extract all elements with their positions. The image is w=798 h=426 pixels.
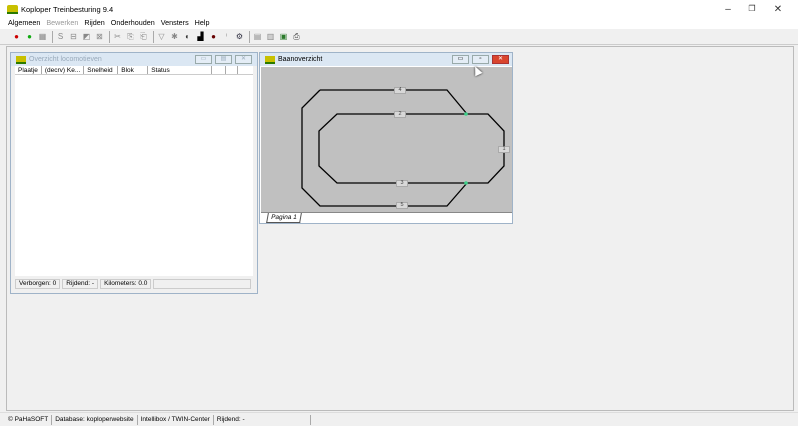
loco-window-title: Overzicht locomotieven bbox=[29, 56, 102, 63]
toolbar: ● ● ▦ S ⊟ ◩ ⊠ ✂ ⎘ ⎗ ▽ ✱ ◐ ▟ ● ⁱ ⚙ ▤ ▥ ▣ ⎙ bbox=[0, 29, 798, 45]
grid-icon[interactable]: ⊠ bbox=[94, 31, 105, 42]
track-layout bbox=[301, 89, 505, 207]
driving-status: Rijdend: - bbox=[214, 414, 311, 425]
signal-green-icon[interactable]: ● bbox=[24, 31, 35, 42]
toolbar-separator bbox=[52, 30, 53, 43]
menu-vensters[interactable]: Vensters bbox=[161, 18, 189, 29]
loco-table-header: Plaatje (decrv) Ke... Snelheid Blok Stat… bbox=[15, 66, 253, 75]
document2-icon[interactable]: ▥ bbox=[265, 31, 276, 42]
menu-algemeen[interactable]: Algemeen bbox=[8, 18, 40, 29]
gear-icon[interactable]: ✱ bbox=[169, 31, 180, 42]
column-header[interactable]: Status bbox=[148, 66, 213, 74]
loco-overview-window: Overzicht locomotieven ▭ ▤ ✕ Plaatje (de… bbox=[10, 52, 258, 294]
column-header[interactable] bbox=[212, 66, 227, 74]
app-logo-icon bbox=[7, 5, 18, 14]
title-bar: Koploper Treinbesturing 9.4 – ❐ ✕ bbox=[0, 0, 798, 19]
tools-icon[interactable]: ⚙ bbox=[234, 31, 245, 42]
edit-icon[interactable]: ◩ bbox=[81, 31, 92, 42]
close-button[interactable]: ✕ bbox=[768, 4, 788, 15]
page-tabs: Pagina 1 bbox=[261, 212, 512, 223]
toolbar-separator bbox=[249, 30, 250, 43]
column-header[interactable] bbox=[226, 66, 239, 74]
train-icon[interactable]: ▟ bbox=[195, 31, 206, 42]
baan-window-titlebar[interactable]: Baanoverzicht ▭ ▫ ✕ bbox=[260, 53, 512, 66]
export-icon[interactable]: ▣ bbox=[278, 31, 289, 42]
document-icon[interactable]: ▤ bbox=[252, 31, 263, 42]
loco-icon[interactable]: ◐ bbox=[182, 31, 193, 42]
block-5[interactable]: 5 bbox=[396, 202, 408, 209]
inner-track bbox=[318, 113, 505, 184]
block-1[interactable]: 1 bbox=[498, 146, 510, 153]
menu-help[interactable]: Help bbox=[195, 18, 210, 29]
hidden-count: Verborgen: 0 bbox=[15, 279, 61, 289]
filter-icon[interactable]: ▽ bbox=[156, 31, 167, 42]
close-button[interactable]: ✕ bbox=[492, 55, 509, 64]
switch-icon bbox=[464, 112, 468, 116]
database-status: Database: koploperwebsite bbox=[52, 414, 138, 425]
loco-status-bar: Verborgen: 0 Rijdend: - Kilometers: 0.0 bbox=[15, 279, 253, 289]
block-2[interactable]: 2 bbox=[394, 111, 406, 118]
column-header[interactable]: Blok bbox=[118, 66, 149, 74]
maximize-button[interactable]: ▫ bbox=[472, 55, 489, 64]
cut-icon[interactable]: ✂ bbox=[112, 31, 123, 42]
block-icon[interactable]: ⊟ bbox=[68, 31, 79, 42]
info-icon[interactable]: ⁱ bbox=[221, 31, 232, 42]
resize-grip[interactable] bbox=[153, 279, 251, 289]
signal-red-icon[interactable]: ● bbox=[11, 31, 22, 42]
kilometers: Kilometers: 0.0 bbox=[100, 279, 152, 289]
column-header[interactable]: Snelheid bbox=[84, 66, 119, 74]
menu-bewerken[interactable]: Bewerken bbox=[46, 18, 78, 29]
window-icon bbox=[265, 55, 275, 64]
interface-status: Intellibox / TWIN-Center bbox=[138, 414, 214, 425]
menu-rijden[interactable]: Rijden bbox=[84, 18, 104, 29]
copy-icon[interactable]: ⎘ bbox=[125, 31, 136, 42]
driving-status: Rijdend: - bbox=[62, 279, 99, 289]
minimize-button[interactable]: ▭ bbox=[195, 55, 212, 64]
column-header[interactable]: Plaatje bbox=[15, 66, 42, 74]
toolbar-separator bbox=[153, 30, 154, 43]
menu-bar: Algemeen Bewerken Rijden Onderhouden Ven… bbox=[0, 18, 798, 29]
paste-icon[interactable]: ⎗ bbox=[138, 31, 149, 42]
loco-window-titlebar[interactable]: Overzicht locomotieven ▭ ▤ ✕ bbox=[11, 53, 257, 66]
restore-button[interactable]: ❐ bbox=[742, 4, 762, 13]
block-4[interactable]: 4 bbox=[394, 87, 406, 94]
bug-icon[interactable]: ● bbox=[208, 31, 219, 42]
app-title: Koploper Treinbesturing 9.4 bbox=[21, 5, 114, 14]
tab-pagina-1[interactable]: Pagina 1 bbox=[266, 213, 302, 223]
toolbar-separator bbox=[109, 30, 110, 43]
close-button[interactable]: ✕ bbox=[235, 55, 252, 64]
maximize-button[interactable]: ▤ bbox=[215, 55, 232, 64]
baan-window-title: Baanoverzicht bbox=[278, 56, 323, 63]
switch-icon bbox=[464, 181, 468, 185]
status-bar: © PaHaSOFT Database: koploperwebsite Int… bbox=[0, 412, 798, 426]
keyboard-icon[interactable]: ▦ bbox=[37, 31, 48, 42]
block-3[interactable]: 3 bbox=[396, 180, 408, 187]
print-icon[interactable]: ⎙ bbox=[291, 31, 302, 42]
track-canvas[interactable]: 4 2 1 3 5 bbox=[261, 67, 512, 212]
column-header[interactable]: (decrv) Ke... bbox=[42, 66, 85, 74]
loco-list[interactable] bbox=[15, 75, 253, 276]
menu-onderhouden[interactable]: Onderhouden bbox=[111, 18, 155, 29]
minimize-button[interactable]: – bbox=[718, 4, 738, 15]
minimize-button[interactable]: ▭ bbox=[452, 55, 469, 64]
s-icon[interactable]: S bbox=[55, 31, 66, 42]
outer-track bbox=[301, 89, 468, 207]
copyright: © PaHaSOFT bbox=[5, 414, 53, 425]
window-icon bbox=[16, 55, 26, 64]
track-overview-window: Baanoverzicht ▭ ▫ ✕ 4 2 1 3 5 Pagina 1 bbox=[259, 52, 513, 224]
